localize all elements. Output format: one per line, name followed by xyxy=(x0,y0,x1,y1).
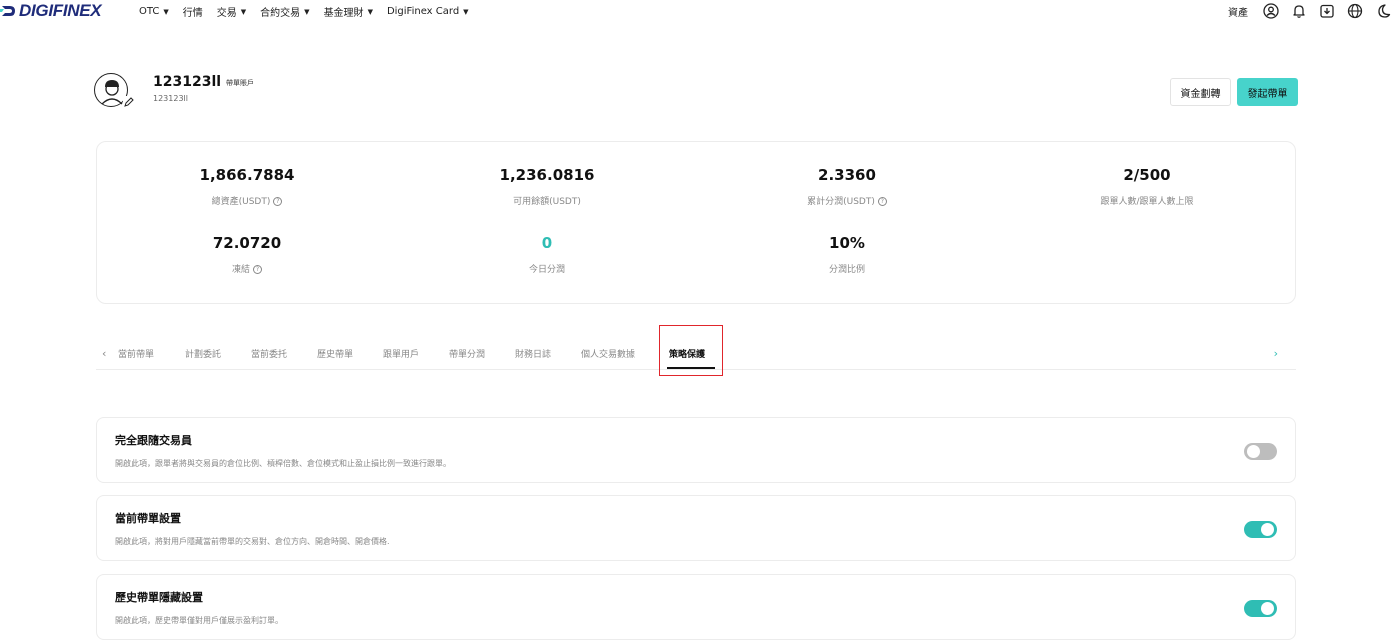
toggle-knob xyxy=(1261,602,1274,615)
digifinex-logo[interactable]: DIGIFINEX xyxy=(0,1,102,21)
toggle-switch[interactable] xyxy=(1244,521,1277,538)
stat-today-profit-share: 0 今日分潤 xyxy=(397,234,697,275)
caret-down-icon: ▼ xyxy=(304,7,310,16)
nav-item-contract[interactable]: 合約交易 ▼ xyxy=(260,4,310,20)
toggle-knob xyxy=(1261,523,1274,536)
stat-total-assets: 1,866.7884 總資產(USDT)? xyxy=(97,166,397,207)
tab-profit-share[interactable]: 帶單分潤 xyxy=(449,347,485,360)
stat-available-balance: 1,236.0816 可用餘額(USDT) xyxy=(397,166,697,207)
stat-value: 1,866.7884 xyxy=(199,166,295,184)
tab-plan-orders[interactable]: 計劃委託 xyxy=(185,347,221,360)
chevron-left-icon[interactable]: ‹ xyxy=(102,347,106,360)
nav-item-label: DigiFinex Card xyxy=(386,6,460,17)
setting-current-orders: 當前帶單設置 開啟此項，將對用戶隱藏當前帶單的交易對、倉位方向、開倉時間、開倉價… xyxy=(96,495,1296,561)
moon-icon[interactable] xyxy=(1374,2,1392,20)
stat-value: 1,236.0816 xyxy=(499,166,595,184)
stat-value: 2.3360 xyxy=(818,166,876,184)
nav-right-tools: 資產 xyxy=(1228,2,1392,20)
nav-item-fund[interactable]: 基金理財 ▼ xyxy=(323,4,373,20)
stat-value: 72.0720 xyxy=(212,234,282,252)
avatar[interactable] xyxy=(94,73,135,108)
assets-link[interactable]: 資產 xyxy=(1228,4,1248,19)
stat-followers: 2/500 跟單人數/跟單人數上限 xyxy=(997,166,1297,207)
stat-label-text: 累計分潤(USDT) xyxy=(807,197,875,207)
tab-open-orders[interactable]: 當前委托 xyxy=(251,347,287,360)
setting-title: 當前帶單設置 xyxy=(115,512,181,525)
nav-item-market[interactable]: 行情 xyxy=(183,4,203,19)
stat-label-text: 總資產(USDT) xyxy=(211,197,271,207)
account-stats-card: 1,866.7884 總資產(USDT)? 1,236.0816 可用餘額(US… xyxy=(96,141,1296,304)
caret-down-icon: ▼ xyxy=(240,7,247,16)
user-id: 123123ll xyxy=(153,94,188,103)
username: 123123ll xyxy=(153,74,222,90)
setting-title: 歷史帶單隱藏設置 xyxy=(115,591,203,604)
info-icon[interactable]: ? xyxy=(877,197,887,206)
nav-item-otc[interactable]: OTC ▼ xyxy=(139,4,169,19)
stat-label-text: 分潤比例 xyxy=(828,265,865,275)
stat-value: 0 xyxy=(541,234,553,252)
top-navbar: DIGIFINEX OTC ▼ 行情 交易 ▼ 合約交易 ▼ 基金理財 ▼ DigiFi… xyxy=(0,0,1398,22)
nav-item-label: 行情 xyxy=(182,8,203,19)
tab-trading-data[interactable]: 個人交易數據 xyxy=(581,347,635,360)
stat-label-text: 凍結 xyxy=(231,265,250,275)
user-icon[interactable] xyxy=(1262,2,1280,20)
role-tag: 帶單賬戶 xyxy=(226,79,254,87)
main-menu: OTC ▼ 行情 交易 ▼ 合約交易 ▼ 基金理財 ▼ DigiFinex Card ▼ xyxy=(139,4,483,19)
logo-text: DIGIFINEX xyxy=(19,1,102,20)
nav-item-card[interactable]: DigiFinex Card ▼ xyxy=(387,4,469,19)
tab-followers[interactable]: 跟單用戶 xyxy=(383,347,419,360)
logo-mark-icon xyxy=(0,6,15,16)
bell-icon[interactable] xyxy=(1290,2,1308,20)
stat-label: 跟單人數/跟單人數上限 xyxy=(997,194,1297,207)
globe-icon[interactable] xyxy=(1346,2,1364,20)
stat-value: 2/500 xyxy=(1123,166,1171,184)
stat-label-text: 跟單人數/跟單人數上限 xyxy=(1100,197,1194,207)
nav-item-trade[interactable]: 交易 ▼ xyxy=(216,4,247,20)
chevron-right-icon[interactable]: › xyxy=(1274,347,1278,360)
nav-item-label: 交易 xyxy=(216,8,237,19)
stat-label: 總資產(USDT)? xyxy=(97,194,397,207)
stat-label: 累計分潤(USDT)? xyxy=(697,194,997,207)
edit-pencil-icon[interactable] xyxy=(123,96,135,108)
caret-down-icon: ▼ xyxy=(367,7,373,16)
nav-item-label: 基金理財 xyxy=(323,8,364,19)
stat-label: 可用餘額(USDT) xyxy=(397,194,697,207)
stat-cumulative-profit-share: 2.3360 累計分潤(USDT)? xyxy=(697,166,997,207)
download-icon[interactable] xyxy=(1318,2,1336,20)
nav-item-label: 合約交易 xyxy=(260,8,301,19)
toggle-switch[interactable] xyxy=(1244,600,1277,617)
stat-label-text: 可用餘額(USDT) xyxy=(513,197,581,207)
stat-label: 分潤比例 xyxy=(697,262,997,275)
setting-title: 完全跟隨交易員 xyxy=(115,434,192,447)
setting-description: 開啟此項，將對用戶隱藏當前帶單的交易對、倉位方向、開倉時間、開倉價格. xyxy=(115,537,390,546)
tab-finance-log[interactable]: 財務日誌 xyxy=(515,347,551,360)
start-copy-trade-button[interactable]: 發起帶單 xyxy=(1237,78,1298,106)
info-icon[interactable]: ? xyxy=(253,265,262,274)
caret-down-icon: ▼ xyxy=(163,7,169,16)
tab-history-orders[interactable]: 歷史帶單 xyxy=(317,347,353,360)
nav-item-label: OTC xyxy=(139,6,160,17)
setting-description: 開啟此項，跟單者將與交易員的倉位比例、槓桿倍數、倉位模式和止盈止損比例一致進行跟… xyxy=(115,459,451,468)
toggle-switch[interactable] xyxy=(1244,443,1277,460)
setting-full-follow-trader: 完全跟隨交易員 開啟此項，跟單者將與交易員的倉位比例、槓桿倍數、倉位模式和止盈止… xyxy=(96,417,1296,483)
tab-current-orders[interactable]: 當前帶單 xyxy=(118,347,154,360)
stat-frozen: 72.0720 凍結? xyxy=(97,234,397,275)
transfer-funds-button[interactable]: 資金劃轉 xyxy=(1170,78,1231,106)
setting-description: 開啟此項，歷史帶單僅對用戶僅展示盈利訂單。 xyxy=(115,616,283,625)
stat-label: 凍結? xyxy=(97,262,397,275)
caret-down-icon: ▼ xyxy=(463,7,469,16)
active-tab-highlight-box xyxy=(659,325,723,376)
stat-value: 10% xyxy=(829,234,865,252)
toggle-knob xyxy=(1247,445,1260,458)
info-icon[interactable]: ? xyxy=(273,197,283,206)
setting-history-orders-hide: 歷史帶單隱藏設置 開啟此項，歷史帶單僅對用戶僅展示盈利訂單。 xyxy=(96,574,1296,640)
stat-label-text: 今日分潤 xyxy=(528,265,565,275)
stat-label: 今日分潤 xyxy=(397,262,697,275)
stat-profit-share-ratio: 10% 分潤比例 xyxy=(697,234,997,275)
